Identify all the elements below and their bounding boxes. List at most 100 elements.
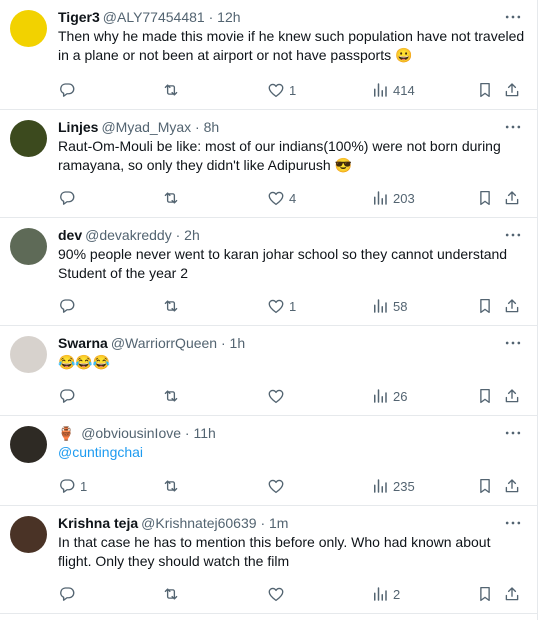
reply-button[interactable] [58, 584, 80, 604]
user-handle[interactable]: @Myad_Myax [101, 119, 191, 135]
views-button[interactable]: 26 [371, 386, 407, 406]
share-button[interactable] [503, 386, 521, 406]
timestamp[interactable]: 12h [217, 9, 240, 25]
views-button[interactable]: 203 [371, 188, 415, 208]
retweet-icon [162, 477, 180, 495]
avatar[interactable] [10, 120, 47, 157]
more-horizontal-icon[interactable] [503, 117, 523, 137]
tweet-actions: 1 235 [0, 476, 537, 496]
reply-icon [58, 189, 76, 207]
retweet-button[interactable] [162, 476, 184, 496]
share-icon [503, 189, 521, 207]
retweet-icon [162, 81, 180, 99]
bookmark-button[interactable] [476, 296, 494, 316]
tweet[interactable]: 🏺 @obviousinIove · 11h @cuntingchai 1 235 [0, 416, 537, 506]
bookmark-button[interactable] [476, 188, 494, 208]
tweet[interactable]: Tiger3 @ALY77454481 · 12h Then why he made… [0, 0, 537, 110]
avatar[interactable] [10, 10, 47, 47]
reply-button[interactable] [58, 386, 80, 406]
timestamp[interactable]: 11h [193, 425, 215, 441]
bookmark-button[interactable] [476, 476, 494, 496]
tweet-text-line: in a plane or not been at airport or not… [58, 47, 413, 63]
bookmark-button[interactable] [476, 584, 494, 604]
views-count: 203 [393, 190, 415, 206]
bookmark-button[interactable] [476, 80, 494, 100]
avatar[interactable] [10, 426, 47, 463]
retweet-icon [162, 189, 180, 207]
display-name[interactable]: Tiger3 [58, 9, 100, 25]
reply-button[interactable]: 1 [58, 476, 87, 496]
share-icon [503, 585, 521, 603]
like-heart-icon [267, 81, 285, 99]
views-count: 235 [393, 478, 415, 494]
more-horizontal-icon[interactable] [503, 7, 523, 27]
separator-dot: · [260, 515, 266, 531]
views-button[interactable]: 2 [371, 584, 400, 604]
user-handle[interactable]: @WarriorrQueen [111, 335, 217, 351]
views-button[interactable]: 58 [371, 296, 407, 316]
tweet[interactable]: Linjes @Myad_Myax · 8h Raut-Om-Mouli be li… [0, 110, 537, 218]
views-count: 26 [393, 388, 408, 404]
user-handle[interactable]: @Krishnatej60639 [141, 515, 256, 531]
views-chart-icon [371, 189, 389, 207]
retweet-button[interactable] [162, 80, 184, 100]
display-name[interactable]: Linjes [58, 119, 98, 135]
reply-button[interactable] [58, 296, 80, 316]
more-horizontal-icon[interactable] [503, 513, 523, 533]
like-button[interactable]: 4 [267, 188, 296, 208]
display-name[interactable]: Swarna [58, 335, 108, 351]
mention-link[interactable]: @cuntingchai [58, 443, 523, 462]
more-horizontal-icon[interactable] [503, 333, 523, 353]
timestamp[interactable]: 1h [230, 335, 246, 351]
tweet-header: Linjes @Myad_Myax · 8h [58, 117, 503, 137]
tweet-text: Then why he made this movie if he knew s… [58, 27, 524, 65]
like-button[interactable] [267, 386, 289, 406]
avatar[interactable] [10, 336, 47, 373]
tweet[interactable]: Krishna teja @Krishnatej60639 · 1m In that… [0, 506, 537, 614]
views-button[interactable]: 414 [371, 80, 415, 100]
views-count: 58 [393, 298, 408, 314]
user-handle[interactable]: @ALY77454481 [103, 9, 205, 25]
retweet-button[interactable] [162, 386, 184, 406]
reply-button[interactable] [58, 188, 80, 208]
like-button[interactable]: 1 [267, 80, 296, 100]
display-name[interactable]: Krishna teja [58, 515, 138, 531]
separator-dot: · [220, 335, 226, 351]
views-chart-icon [371, 297, 389, 315]
display-name[interactable]: dev [58, 227, 82, 243]
timestamp[interactable]: 8h [204, 119, 220, 135]
views-count: 414 [393, 82, 415, 98]
share-button[interactable] [503, 188, 521, 208]
like-button[interactable] [267, 584, 289, 604]
avatar[interactable] [10, 516, 47, 553]
share-button[interactable] [503, 80, 521, 100]
retweet-button[interactable] [162, 584, 184, 604]
tweet[interactable]: dev @devakreddy · 2h 90% people never went… [0, 218, 537, 326]
reply-feed: Tiger3 @ALY77454481 · 12h Then why he made… [0, 0, 538, 620]
reply-icon [58, 387, 76, 405]
timestamp[interactable]: 1m [269, 515, 288, 531]
user-handle[interactable]: @devakreddy [85, 227, 172, 243]
views-button[interactable]: 235 [371, 476, 415, 496]
reply-button[interactable] [58, 80, 80, 100]
reply-icon [58, 477, 76, 495]
share-button[interactable] [503, 296, 521, 316]
more-horizontal-icon[interactable] [503, 423, 523, 443]
share-button[interactable] [503, 584, 521, 604]
like-button[interactable] [267, 476, 289, 496]
share-button[interactable] [503, 476, 521, 496]
timestamp[interactable]: 2h [184, 227, 200, 243]
retweet-icon [162, 585, 180, 603]
tweet-text-line: ramayana, so only they didn't like Adipu… [58, 157, 353, 173]
user-handle[interactable]: @obviousinIove [81, 425, 181, 441]
avatar[interactable] [10, 228, 47, 265]
like-heart-icon [267, 297, 285, 315]
more-horizontal-icon[interactable] [503, 225, 523, 245]
like-button[interactable]: 1 [267, 296, 296, 316]
retweet-button[interactable] [162, 188, 184, 208]
retweet-button[interactable] [162, 296, 184, 316]
bookmark-icon [476, 387, 494, 405]
like-count: 1 [289, 82, 297, 98]
tweet[interactable]: Swarna @WarriorrQueen · 1h 😂😂😂 26 [0, 326, 537, 416]
bookmark-button[interactable] [476, 386, 494, 406]
